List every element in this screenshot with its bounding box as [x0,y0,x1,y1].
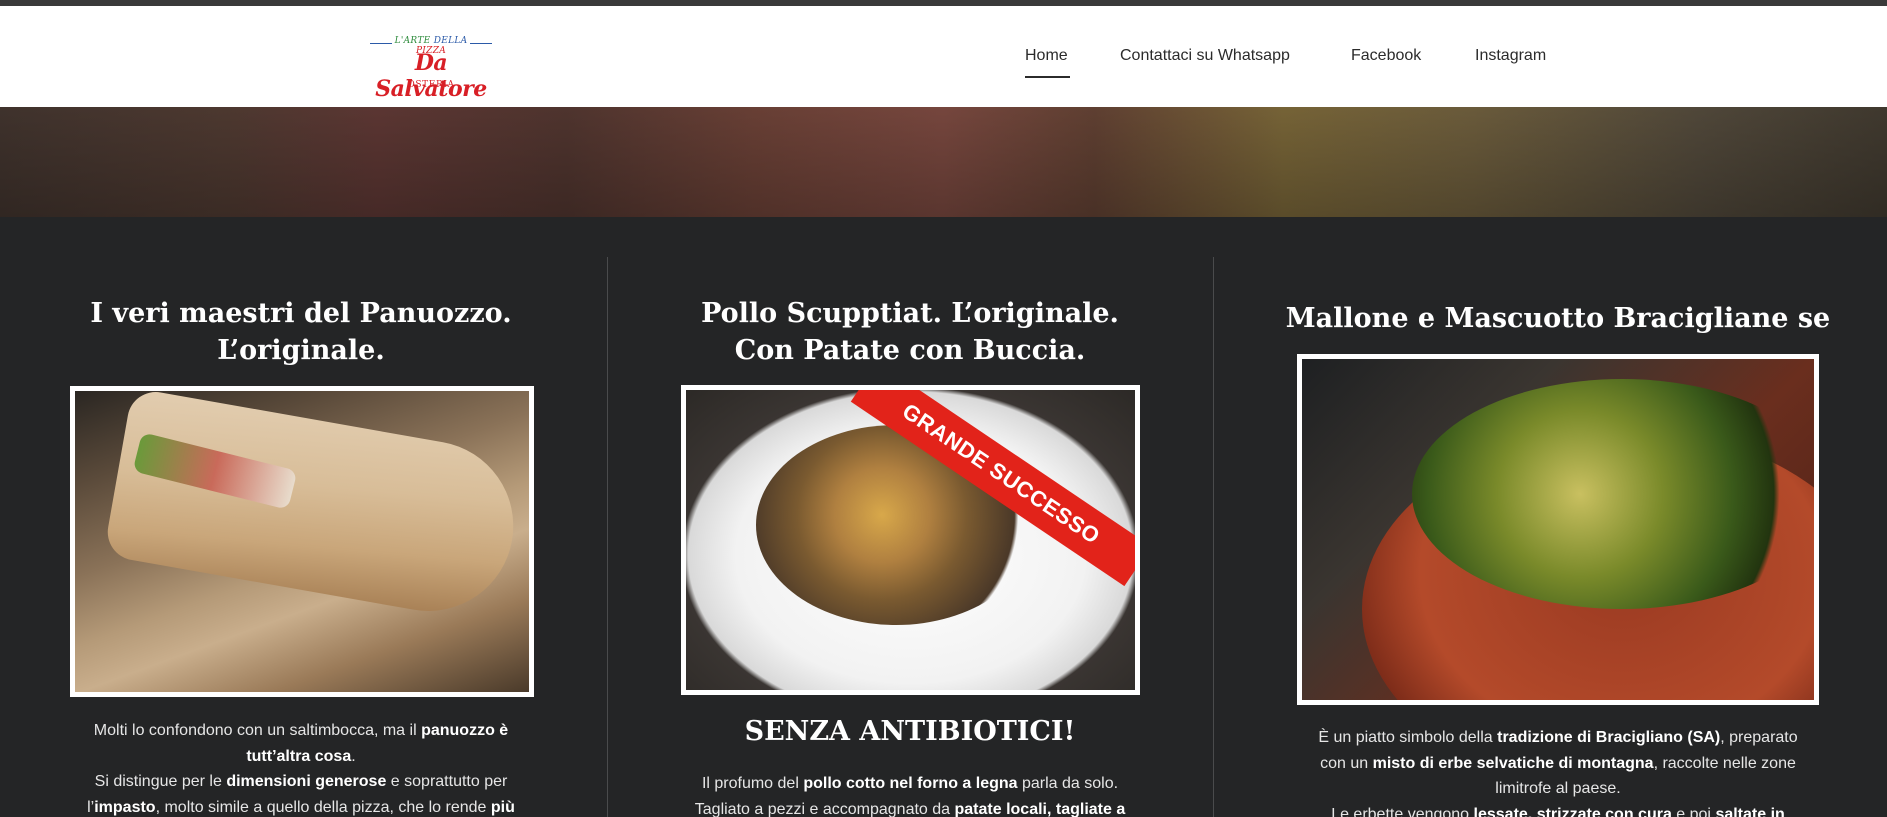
title-line: Con Patate con Buccia. [734,335,1086,366]
bold-run: panuozzo è [421,722,509,739]
title-line: L’originale. [217,335,385,366]
site-logo[interactable]: L'ARTE DELLA PIZZA Da Salvatore OSTERIA [368,34,494,102]
text-run: e poi [1671,805,1716,817]
pollo-photo: GRANDE SUCCESSO [681,385,1140,695]
column-title-pollo: Pollo Scupptiat. L’originale. Con Patate… [660,295,1160,369]
title-line: Pollo Scupptiat. L’originale. [701,298,1119,329]
greens-shape [1412,379,1814,609]
bold-run: più [490,798,515,816]
site-header: L'ARTE DELLA PIZZA Da Salvatore OSTERIA [0,6,1887,107]
text-run: , molto simile a quello della pizza, che… [155,798,491,816]
logo-subtitle: OSTERIA [407,80,455,90]
text-run: e soprattutto per [386,773,508,790]
column-description-panuozzo: Molti lo confondono con un saltimbocca, … [60,718,542,817]
panuozzo-photo [70,386,534,697]
text-run: , raccolte nelle zone [1653,754,1796,772]
text-run: con un [1320,754,1373,772]
bold-run: dimensioni generose [226,773,387,790]
text-run: È un piatto simbolo della [1318,729,1498,746]
bold-run: saltate in [1715,805,1785,817]
text-run: limitrofe al paese. [1495,780,1621,797]
text-run: Si distingue per le [94,773,227,790]
text-run: parla da solo. [1017,775,1119,792]
bread-shape [103,391,527,625]
column-description-pollo: Il profumo del pollo cotto nel forno a l… [650,771,1170,817]
text-run: , preparato [1720,729,1798,746]
senza-antibiotici-heading: SENZA ANTIBIOTICI! [744,716,1076,747]
column-divider [607,257,608,817]
nav-item-whatsapp[interactable]: Contattaci su Whatsapp [1120,47,1290,65]
bold-run: patate locali, tagliate a [954,800,1126,817]
text-run: . [351,747,356,765]
hero-banner-image [0,107,1887,217]
nav-item-facebook[interactable]: Facebook [1351,47,1421,65]
nav-item-instagram[interactable]: Instagram [1475,47,1546,65]
bold-run: lessate, strizzate con cura [1473,805,1672,817]
column-divider [1213,257,1214,817]
text-run: Le erbette vengono [1331,805,1474,817]
bold-run: impasto [94,798,156,816]
text-run: Tagliato a pezzi e accompagnato da [694,800,955,817]
nav-active-indicator [1025,76,1070,78]
tagline-line-right [470,43,492,44]
text-run: Molti lo confondono con un saltimbocca, … [93,722,422,739]
tagline-line-left [370,43,392,44]
bold-run: pollo cotto nel forno a legna [803,775,1018,792]
bold-run: tradizione di Bracigliano (SA) [1497,729,1721,746]
bold-run: tutt’altra cosa [246,747,352,765]
column-title-panuozzo: I veri maestri del Panuozzo. L’originale… [50,295,552,369]
title-line: Mallone e Mascuotto Bracigliane se [1285,303,1831,334]
text-run: Il profumo del [701,775,804,792]
bold-run: misto di erbe selvatiche di montagna [1372,754,1654,772]
column-title-mallone: Mallone e Mascuotto Bracigliane se [1240,300,1876,337]
nav-item-home[interactable]: Home [1025,47,1068,65]
mallone-photo [1297,354,1819,705]
logo-tagline: L'ARTE DELLA PIZZA [368,36,494,56]
logo-name: Da Salvatore [375,50,487,102]
title-line: I veri maestri del Panuozzo. [90,298,512,329]
column-description-mallone: È un piatto simbolo della tradizione di … [1248,725,1868,817]
